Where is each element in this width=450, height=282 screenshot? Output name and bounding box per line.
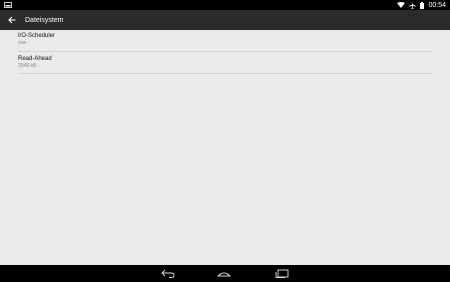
screenshot-icon — [4, 2, 12, 8]
back-arrow-icon[interactable] — [7, 15, 17, 25]
pref-io-scheduler[interactable]: I/O-Scheduler row — [18, 32, 432, 52]
pref-title: Read-Ahead — [18, 56, 52, 62]
navigation-bar — [0, 265, 450, 282]
action-bar: Dateisystem — [0, 10, 450, 30]
pref-summary: 2048 kB — [18, 63, 37, 69]
home-nav-icon[interactable] — [216, 268, 232, 279]
wifi-icon — [397, 2, 406, 8]
pref-read-ahead[interactable]: Read-Ahead 2048 kB — [18, 55, 432, 74]
back-nav-icon[interactable] — [160, 268, 176, 279]
page-title: Dateisystem — [25, 16, 64, 24]
pref-title: I/O-Scheduler — [18, 33, 56, 39]
status-bar: 00:54 — [0, 0, 450, 10]
preference-list: I/O-Scheduler row Read-Ahead 2048 kB — [0, 30, 450, 265]
battery-icon — [420, 1, 425, 9]
airplane-icon — [409, 1, 417, 9]
pref-summary: row — [18, 40, 27, 46]
recents-nav-icon[interactable] — [274, 268, 290, 279]
status-time: 00:54 — [428, 1, 446, 9]
